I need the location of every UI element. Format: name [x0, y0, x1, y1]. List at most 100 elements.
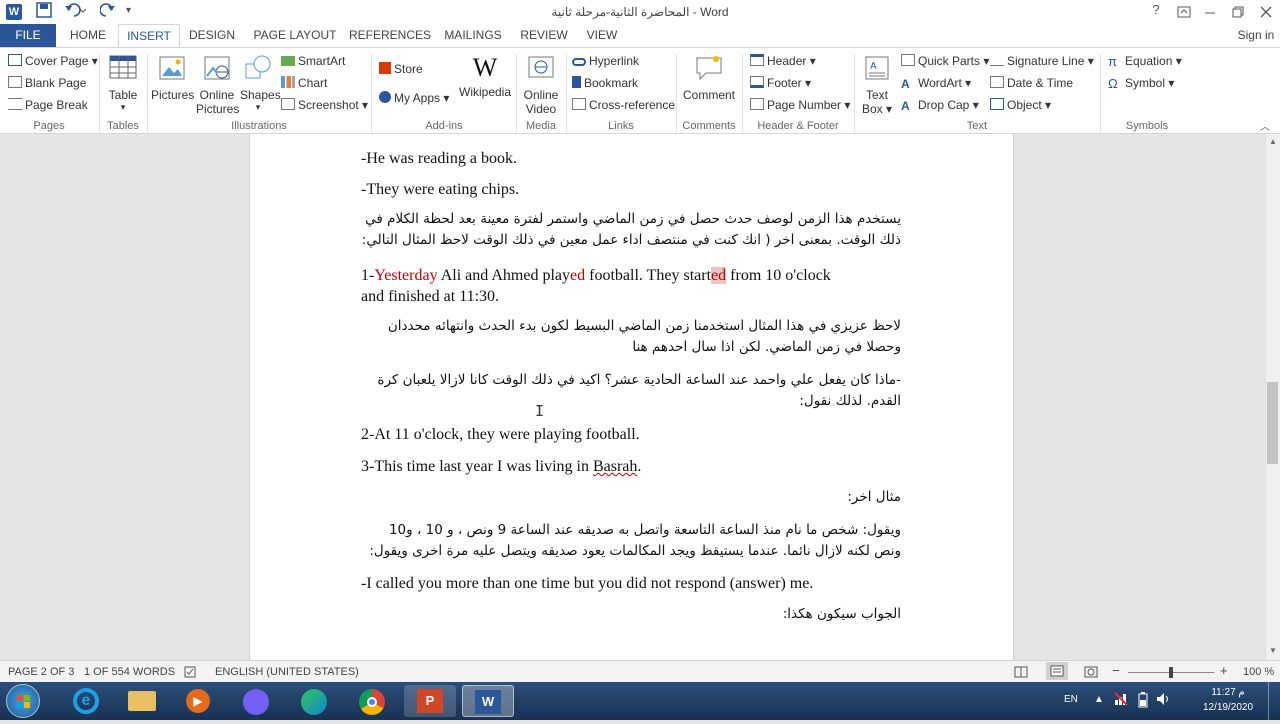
taskbar-word[interactable]: W: [462, 685, 514, 717]
pictures-button[interactable]: Pictures: [151, 54, 194, 102]
page-break-button[interactable]: Page Break: [8, 98, 88, 112]
customize-quick-access-icon[interactable]: ▾: [126, 5, 131, 16]
minimize-icon[interactable]: [1198, 2, 1222, 22]
tab-references[interactable]: REFERENCES: [348, 24, 432, 48]
tab-insert[interactable]: INSERT: [118, 24, 180, 48]
ribbon-tab-row: FILE HOME INSERT DESIGN PAGE LAYOUT REFE…: [0, 24, 1280, 48]
scroll-up-icon[interactable]: ▲: [1269, 137, 1277, 146]
date-time-icon: [990, 76, 1004, 88]
store-button[interactable]: Store: [379, 62, 423, 76]
header-button[interactable]: Header ▾: [750, 54, 816, 68]
sign-in-link[interactable]: Sign in: [1232, 24, 1280, 48]
date-time-button[interactable]: Date & Time: [990, 76, 1073, 90]
clock-time[interactable]: 11:27 م: [1198, 687, 1258, 698]
battery-icon[interactable]: [1138, 692, 1148, 711]
wordart-button[interactable]: A WordArt ▾: [901, 76, 971, 90]
page-count-status[interactable]: PAGE 2 OF 3: [8, 666, 74, 678]
shapes-button[interactable]: Shapes ▾: [240, 54, 281, 113]
text-cursor-icon: I: [535, 402, 545, 420]
online-pictures-button[interactable]: Online Pictures: [196, 54, 239, 116]
comment-button[interactable]: Comment: [682, 54, 736, 102]
volume-icon[interactable]: [1156, 692, 1172, 709]
word-icon: W: [475, 690, 501, 714]
hyperlink-button[interactable]: Hyperlink: [572, 54, 639, 68]
taskbar-viber[interactable]: [230, 685, 282, 717]
signature-line-button[interactable]: Signature Line ▾: [990, 54, 1094, 68]
clock-date[interactable]: 12/19/2020: [1198, 702, 1258, 713]
network-icon[interactable]: [1114, 692, 1128, 709]
ribbon-display-options-icon[interactable]: [1172, 2, 1196, 22]
tab-file[interactable]: FILE: [0, 24, 56, 48]
drop-cap-button[interactable]: A Drop Cap ▾: [901, 98, 979, 112]
doc-arabic-para-1a: يستخدم هذا الزمن لوصف حدث حصل في زمن الم…: [365, 211, 901, 227]
equation-button[interactable]: π Equation ▾: [1108, 54, 1182, 68]
blank-page-button[interactable]: Blank Page: [8, 76, 86, 90]
show-hidden-icons-icon[interactable]: ▲: [1094, 694, 1104, 705]
document-page[interactable]: -He was reading a book. -They were eatin…: [249, 134, 1014, 660]
illustrations-group-label: Illustrations: [231, 120, 287, 132]
doc-arabic-para-5a: ويقول: شخص ما نام منذ الساعة التاسعة وات…: [388, 522, 901, 538]
taskbar-media-player[interactable]: ▶: [172, 685, 224, 717]
language-status[interactable]: ENGLISH (UNITED STATES): [215, 666, 359, 678]
chart-button[interactable]: Chart: [281, 76, 327, 90]
show-desktop-button[interactable]: [1268, 682, 1269, 720]
smartart-icon: [281, 56, 295, 66]
taskbar-edge[interactable]: [288, 685, 340, 717]
save-icon[interactable]: [36, 2, 52, 21]
word-app-icon[interactable]: W: [6, 4, 22, 20]
screenshot-button[interactable]: Screenshot ▾: [281, 98, 368, 112]
footer-button[interactable]: Footer ▾: [750, 76, 811, 90]
zoom-level[interactable]: 100 %: [1243, 666, 1274, 678]
undo-icon[interactable]: [64, 2, 87, 21]
table-button[interactable]: Table ▾: [103, 54, 143, 113]
taskbar-chrome[interactable]: [346, 685, 398, 717]
redo-icon[interactable]: [99, 2, 116, 21]
cross-reference-button[interactable]: Cross-reference: [572, 98, 675, 112]
tables-group-label: Tables: [107, 120, 139, 132]
quick-parts-button[interactable]: Quick Parts ▾: [901, 54, 989, 68]
close-icon[interactable]: [1254, 2, 1278, 22]
bookmark-icon: [572, 76, 581, 88]
page-number-icon: [750, 98, 764, 110]
taskbar-file-explorer[interactable]: [116, 685, 168, 717]
doc-arabic-para-2b: وحصلا في زمن الماضي. لكن اذا سال احدهم ه…: [632, 339, 901, 355]
scrollbar-thumb[interactable]: [1267, 382, 1278, 464]
wikipedia-button[interactable]: W Wikipedia: [459, 54, 511, 100]
zoom-in-button[interactable]: +: [1220, 663, 1228, 678]
word-count-status[interactable]: 1 OF 554 WORDS: [84, 666, 175, 678]
collapse-ribbon-icon[interactable]: ︿: [1260, 118, 1270, 133]
object-button[interactable]: Object ▾: [990, 98, 1051, 112]
tab-home[interactable]: HOME: [60, 24, 116, 48]
start-button[interactable]: [6, 684, 40, 718]
proofing-icon[interactable]: [184, 666, 198, 681]
zoom-slider-thumb[interactable]: [1169, 667, 1173, 678]
help-button[interactable]: ?: [1144, 2, 1168, 17]
web-layout-icon[interactable]: [1084, 666, 1098, 681]
read-mode-icon[interactable]: [1014, 666, 1028, 681]
smartart-button[interactable]: SmartArt: [281, 54, 345, 68]
tab-page-layout[interactable]: PAGE LAYOUT: [250, 24, 340, 48]
tab-mailings[interactable]: MAILINGS: [440, 24, 506, 48]
online-video-button[interactable]: Online Video: [520, 54, 562, 116]
taskbar-internet-explorer[interactable]: e: [60, 685, 112, 717]
taskbar-powerpoint[interactable]: P: [404, 685, 456, 717]
online-video-icon: [528, 56, 554, 78]
tab-review[interactable]: REVIEW: [516, 24, 572, 48]
tab-view[interactable]: VIEW: [580, 24, 624, 48]
cover-page-button[interactable]: Cover Page ▾: [8, 54, 98, 68]
my-apps-button[interactable]: My Apps ▾: [379, 91, 449, 105]
header-icon: [750, 54, 764, 66]
blank-page-icon: [8, 76, 22, 88]
symbol-button[interactable]: Ω Symbol ▾: [1108, 76, 1174, 90]
pictures-icon: [159, 56, 185, 80]
print-layout-icon[interactable]: [1046, 662, 1068, 680]
restore-icon[interactable]: [1226, 2, 1250, 22]
scroll-down-icon[interactable]: ▼: [1269, 646, 1277, 655]
zoom-out-button[interactable]: −: [1112, 663, 1120, 678]
tab-design[interactable]: DESIGN: [184, 24, 240, 48]
input-language[interactable]: EN: [1064, 694, 1078, 705]
text-box-button[interactable]: A Text Box ▾: [858, 54, 896, 116]
text-box-icon: A: [865, 56, 889, 80]
page-number-button[interactable]: Page Number ▾: [750, 98, 850, 112]
bookmark-button[interactable]: Bookmark: [572, 76, 638, 90]
